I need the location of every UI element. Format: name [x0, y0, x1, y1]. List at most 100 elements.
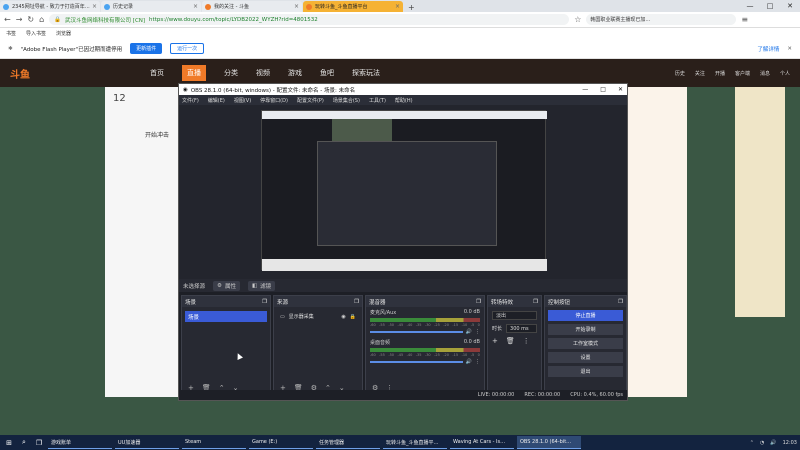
undock-icon[interactable]: ❐	[618, 299, 623, 305]
bookmark-item[interactable]: 书签	[6, 30, 16, 37]
taskbar-item-active[interactable]: OBS 28.1.0 (64-bit…	[517, 436, 581, 449]
minimize-icon[interactable]: —	[740, 0, 760, 12]
history-icon[interactable]: 历史	[675, 70, 685, 77]
profile-icon[interactable]: 个人	[780, 70, 790, 77]
back-icon[interactable]: ←	[4, 15, 11, 24]
clock[interactable]: 12:03	[783, 440, 797, 446]
more-icon[interactable]: ⋮	[523, 337, 530, 345]
address-input[interactable]: 🔒 武汉斗鱼网络科技有限公司 [CN] https://www.douyu.co…	[49, 14, 570, 25]
bookmark-item[interactable]: 浏览器	[56, 30, 71, 37]
menu-view[interactable]: 视图(V)	[234, 97, 251, 104]
search-icon[interactable]: ⌕	[18, 437, 30, 449]
update-plugin-button[interactable]: 更新插件	[130, 43, 163, 54]
nav-item[interactable]: 探索玩法	[352, 68, 380, 78]
stop-streaming-button[interactable]: 停止直播	[548, 310, 623, 321]
nav-item-active[interactable]: 直播	[182, 65, 206, 81]
more-icon[interactable]: ⋮	[475, 329, 480, 335]
reload-icon[interactable]: ↻	[27, 15, 34, 24]
taskbar-item[interactable]: Game (E:)	[249, 436, 313, 449]
nav-item[interactable]: 分类	[224, 68, 238, 78]
scene-item[interactable]: 场景	[185, 311, 267, 322]
meter-ticks: -60 -55 -50 -45 -40 -35 -30 -25 -20 -15 -10 -5 0	[370, 323, 480, 327]
volume-slider[interactable]	[370, 331, 463, 333]
run-once-button[interactable]: 运行一次	[170, 43, 205, 54]
nav-item[interactable]: 游戏	[288, 68, 302, 78]
preview-canvas[interactable]	[261, 110, 547, 271]
undock-icon[interactable]: ❐	[533, 299, 538, 305]
recursive-obs-preview	[317, 141, 497, 246]
menu-profile[interactable]: 配置文件(P)	[297, 97, 324, 104]
more-icon[interactable]: ⋮	[475, 359, 480, 365]
follow-icon[interactable]: 关注	[695, 70, 705, 77]
settings-button[interactable]: 设置	[548, 352, 623, 363]
nav-item[interactable]: 视频	[256, 68, 270, 78]
taskbar-item[interactable]: Waving At Cars - Is…	[450, 436, 514, 449]
forward-icon[interactable]: →	[16, 15, 23, 24]
task-view-icon[interactable]: ❐	[33, 437, 45, 449]
details-link[interactable]: 了解详情	[757, 45, 779, 53]
volume-slider[interactable]	[370, 361, 463, 363]
studio-mode-button[interactable]: 工作室模式	[548, 338, 623, 349]
start-recording-button[interactable]: 开始录制	[548, 324, 623, 335]
close-tab-icon[interactable]: ×	[294, 3, 299, 10]
tick: -15	[452, 353, 459, 357]
close-tab-icon[interactable]: ×	[395, 3, 400, 10]
taskbar-item[interactable]: Steam	[182, 436, 246, 449]
volume-icon[interactable]: 🔊	[770, 440, 776, 446]
menu-tools[interactable]: 工具(T)	[369, 97, 386, 104]
nav-item[interactable]: 鱼吧	[320, 68, 334, 78]
browser-tab-active[interactable]: 玩转斗鱼_斗鱼直播平台 ×	[303, 1, 403, 12]
browser-tab[interactable]: 2345网址导航 - 致力于打造百年… ×	[0, 1, 100, 12]
browser-tab[interactable]: 历史记录 ×	[101, 1, 201, 12]
maximize-icon[interactable]: □	[600, 86, 606, 93]
transition-select[interactable]: 淡出	[492, 311, 537, 320]
duration-input[interactable]: 300 ms	[506, 324, 537, 333]
message-icon[interactable]: 消息	[760, 70, 770, 77]
add-icon[interactable]: +	[492, 337, 498, 345]
exit-button[interactable]: 退出	[548, 366, 623, 377]
browser-tab[interactable]: 我的关注 - 斗鱼 ×	[202, 1, 302, 12]
broadcast-icon[interactable]: 开播	[715, 70, 725, 77]
client-icon[interactable]: 客户端	[735, 70, 750, 77]
menu-icon[interactable]: ≡	[741, 15, 748, 24]
undock-icon[interactable]: ❐	[262, 299, 267, 305]
tick: -30	[424, 353, 431, 357]
menu-docks[interactable]: 停靠窗口(D)	[260, 97, 288, 104]
trash-icon[interactable]: 🗑	[506, 337, 515, 345]
douyu-logo[interactable]: 斗鱼	[10, 66, 150, 81]
properties-button[interactable]: ⚙ 属性	[213, 280, 240, 291]
speaker-icon[interactable]: 🔊	[466, 359, 472, 365]
minimize-icon[interactable]: —	[582, 86, 588, 93]
speaker-icon[interactable]: 🔊	[466, 329, 472, 335]
lock-icon[interactable]: 🔒	[350, 314, 356, 320]
windows-start-icon[interactable]: ⊞	[3, 437, 15, 449]
close-icon[interactable]: ✕	[787, 46, 792, 52]
close-icon[interactable]: ✕	[780, 0, 800, 12]
bookmark-item[interactable]: 导入书签	[26, 30, 46, 37]
new-tab-button[interactable]: +	[404, 3, 419, 12]
close-icon[interactable]: ✕	[618, 86, 623, 93]
network-icon[interactable]: ◔	[760, 440, 764, 446]
chevron-up-icon[interactable]: ⌃	[750, 440, 754, 446]
close-tab-icon[interactable]: ×	[92, 3, 97, 10]
search-box[interactable]: 韩国职业联赛主播现已加…	[586, 14, 737, 25]
tick: -55	[379, 323, 385, 327]
menu-file[interactable]: 文件(F)	[182, 97, 199, 104]
taskbar-item[interactable]: 任务管理器	[316, 436, 380, 449]
taskbar-item[interactable]: UU加速器	[115, 436, 179, 449]
menu-scene-collection[interactable]: 场景集合(S)	[333, 97, 360, 104]
taskbar-item[interactable]: 玩转斗鱼_斗鱼直播平…	[383, 436, 447, 449]
star-icon[interactable]: ☆	[574, 15, 581, 24]
taskbar-item[interactable]: 游戏账单	[48, 436, 112, 449]
source-item[interactable]: ▭ 显示器采集 ◉ 🔒	[277, 311, 359, 322]
close-tab-icon[interactable]: ×	[193, 3, 198, 10]
filters-button[interactable]: ◧ 滤镜	[247, 280, 276, 291]
maximize-icon[interactable]: □	[760, 0, 780, 12]
undock-icon[interactable]: ❐	[476, 299, 481, 305]
menu-edit[interactable]: 编辑(E)	[208, 97, 225, 104]
menu-help[interactable]: 帮助(H)	[395, 97, 413, 104]
eye-icon[interactable]: ◉	[341, 314, 345, 320]
undock-icon[interactable]: ❐	[354, 299, 359, 305]
home-icon[interactable]: ⌂	[39, 15, 44, 24]
nav-item[interactable]: 首页	[150, 68, 164, 78]
